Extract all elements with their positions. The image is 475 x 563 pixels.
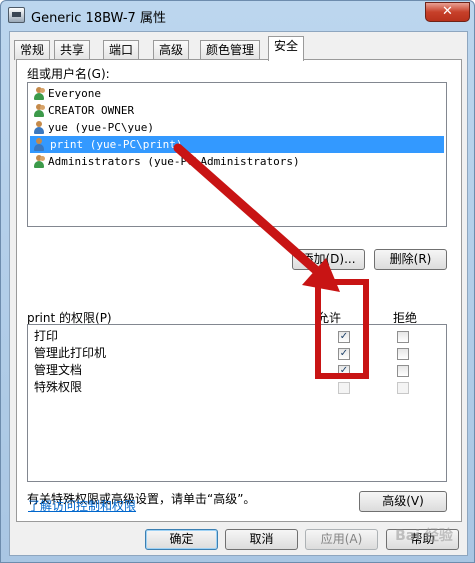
tab-advanced[interactable]: 高级 (153, 40, 190, 60)
user-name: print (yue-PC\print) (48, 136, 185, 153)
group-icon (32, 87, 46, 100)
user-name: Administrators (yue-PC\Administrators) (48, 155, 300, 168)
tab-general[interactable]: 常规 (14, 40, 51, 60)
dialog-client-area: 常规 共享 端口 高级 颜色管理 安全 组或用户名(G): Everyone C… (9, 31, 468, 556)
deny-checkbox-manage-printer[interactable] (397, 348, 409, 360)
permission-name: 特殊权限 (34, 380, 83, 394)
allow-checkbox-special (338, 382, 350, 394)
watermark: Bai 经验 (395, 528, 453, 544)
permission-list: 打印 ✓ 管理此打印机 ✓ 管理文档 ✓ 特殊权限 (27, 324, 447, 482)
group-icon (32, 104, 46, 117)
permission-row-special: 特殊权限 (34, 379, 444, 396)
permission-row-print: 打印 ✓ (34, 328, 444, 345)
user-list[interactable]: Everyone CREATOR OWNER yue (yue-PC\yue) … (27, 82, 447, 227)
user-icon (32, 138, 46, 151)
cancel-button[interactable]: 取消 (225, 529, 298, 550)
permission-row-manage-printer: 管理此打印机 ✓ (34, 345, 444, 362)
tab-sharing[interactable]: 共享 (54, 40, 91, 60)
user-name: yue (yue-PC\yue) (48, 121, 154, 134)
deny-checkbox-special (397, 382, 409, 394)
advanced-button[interactable]: 高级(V) (359, 491, 447, 512)
user-name: Everyone (48, 87, 101, 100)
permission-row-manage-documents: 管理文档 ✓ (34, 362, 444, 379)
remove-button[interactable]: 删除(R) (374, 249, 447, 270)
security-panel: 组或用户名(G): Everyone CREATOR OWNER yue (yu… (16, 59, 462, 522)
group-users-label: 组或用户名(G): (27, 67, 110, 81)
ok-button[interactable]: 确定 (145, 529, 218, 550)
close-button[interactable]: ✕ (425, 2, 470, 22)
user-row-creator-owner[interactable]: CREATOR OWNER (30, 102, 444, 119)
title-bar[interactable]: Generic 18BW-7 属性 ✕ (1, 1, 474, 31)
learn-access-control-link[interactable]: 了解访问控制和权限 (28, 497, 136, 514)
allow-checkbox-manage-printer[interactable]: ✓ (338, 348, 350, 360)
allow-checkbox-manage-documents[interactable]: ✓ (338, 365, 350, 377)
add-button[interactable]: 添加(D)... (292, 249, 365, 270)
user-row-everyone[interactable]: Everyone (30, 85, 444, 102)
properties-window: Generic 18BW-7 属性 ✕ 常规 共享 端口 高级 颜色管理 安全 … (0, 0, 475, 563)
permission-name: 管理文档 (34, 363, 83, 377)
permission-name: 打印 (34, 329, 59, 343)
user-row-print[interactable]: print (yue-PC\print) (30, 136, 444, 153)
deny-checkbox-print[interactable] (397, 331, 409, 343)
user-icon (32, 121, 46, 134)
permission-name: 管理此打印机 (34, 346, 107, 360)
tab-color-management[interactable]: 颜色管理 (200, 40, 261, 60)
user-row-administrators[interactable]: Administrators (yue-PC\Administrators) (30, 153, 444, 170)
printer-icon (8, 7, 25, 23)
window-title: Generic 18BW-7 属性 (31, 11, 166, 26)
group-icon (32, 155, 46, 168)
user-row-yue[interactable]: yue (yue-PC\yue) (30, 119, 444, 136)
deny-checkbox-manage-documents[interactable] (397, 365, 409, 377)
tab-ports[interactable]: 端口 (103, 40, 140, 60)
user-name: CREATOR OWNER (48, 104, 135, 117)
tab-security[interactable]: 安全 (268, 36, 305, 61)
allow-checkbox-print[interactable]: ✓ (338, 331, 350, 343)
apply-button[interactable]: 应用(A) (305, 529, 378, 550)
